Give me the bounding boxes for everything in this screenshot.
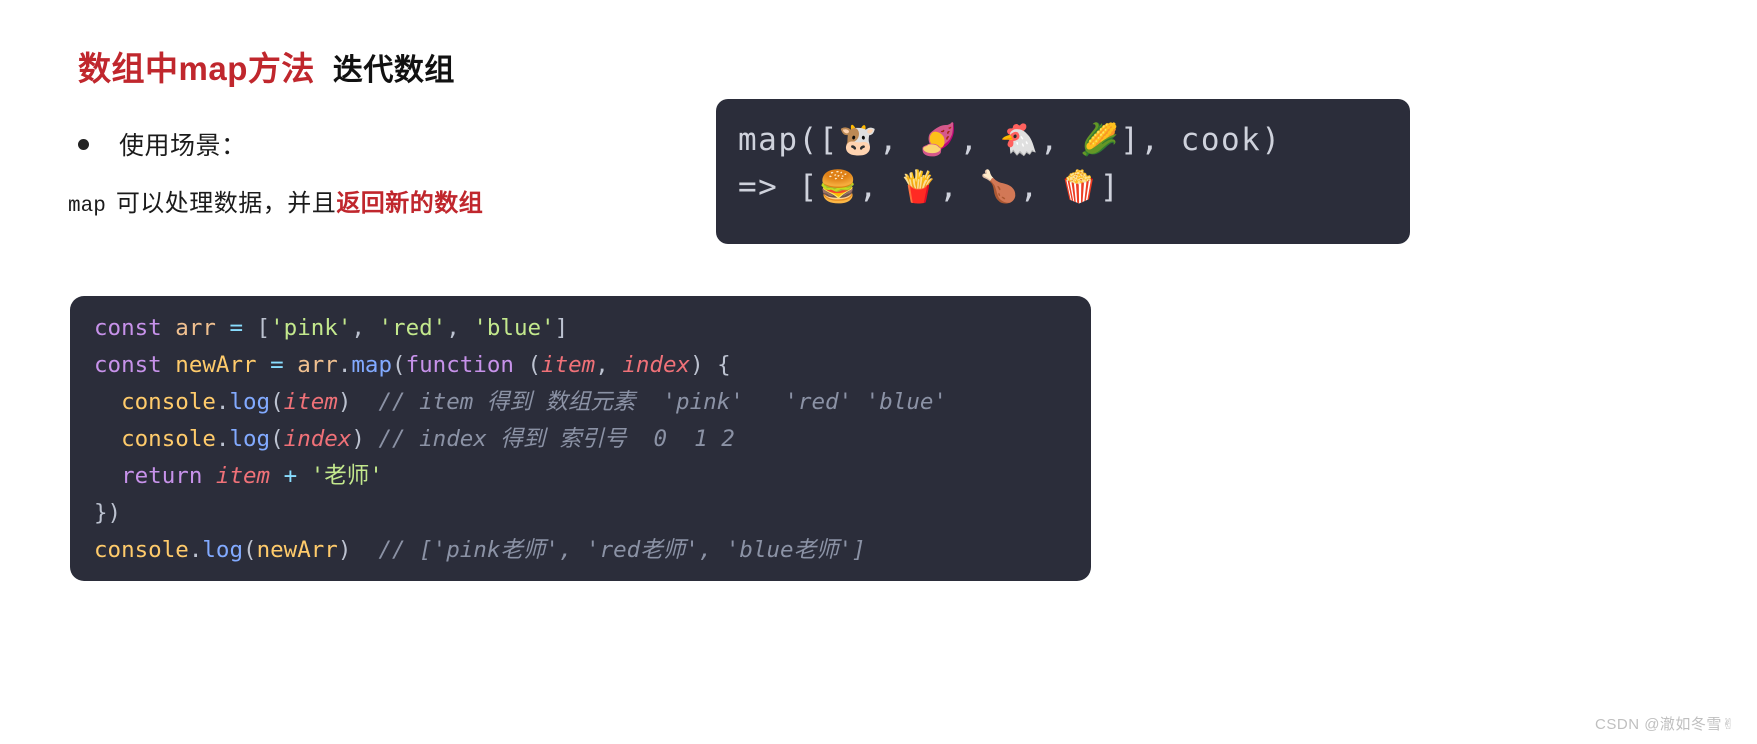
- code-line: const newArr = arr.map(function (item, i…: [94, 347, 1091, 384]
- code-token: .: [188, 537, 203, 563]
- code-token: (: [270, 426, 284, 452]
- code-token: index: [622, 352, 691, 378]
- code-token: +: [283, 463, 298, 489]
- description-inline-code: map: [68, 195, 106, 218]
- bullet-item-label: 使用场景：: [119, 132, 247, 160]
- code-line: const arr = ['pink', 'red', 'blue']: [94, 310, 1091, 347]
- emoji-map-line-2-text: => [🍔, 🍟, 🍗, 🍿]: [738, 169, 1121, 205]
- code-token: item: [541, 352, 596, 378]
- code-token: .: [215, 389, 230, 415]
- code-token: 'blue': [473, 315, 555, 341]
- code-line: console.log(item) // item 得到 数组元素 'pink'…: [94, 384, 1091, 421]
- code-token: }): [94, 500, 122, 526]
- code-token: log: [229, 389, 271, 415]
- code-token: ]: [554, 315, 569, 341]
- code-token: ): [337, 537, 352, 563]
- code-token: const: [94, 315, 162, 341]
- code-token: arr: [175, 315, 216, 341]
- code-token: '老师': [310, 463, 383, 489]
- code-line: console.log(newArr) // ['pink老师', 'red老师…: [94, 532, 1091, 569]
- code-token: console: [94, 537, 189, 563]
- code-token: console: [121, 426, 216, 452]
- code-token: function: [405, 352, 514, 378]
- code-token: const: [94, 352, 162, 378]
- watermark-text: CSDN @澈如冬雪✌: [1595, 716, 1735, 733]
- code-token: ): [351, 426, 365, 452]
- code-line: console.log(index) // index 得到 索引号 0 1 2: [94, 421, 1091, 458]
- description-plain-text: 可以处理数据，并且: [115, 190, 337, 217]
- code-line: return item + '老师': [94, 458, 1091, 495]
- code-token: =: [229, 315, 244, 341]
- code-token: index: [283, 426, 352, 452]
- code-token: log: [202, 537, 244, 563]
- code-panel-reflection: const arr = ['pink', 'red', 'blue']const…: [70, 583, 1091, 645]
- emoji-map-line-1-text: map([🐮, 🍠, 🐔, 🌽], cook): [738, 122, 1282, 158]
- code-token: 'pink': [270, 315, 352, 341]
- emoji-panel-reflection: map([🐮, 🍠, 🐔, 🌽], cook) => [🍔, 🍟, 🍗, 🍿]: [716, 246, 1410, 286]
- code-token: map: [351, 352, 393, 378]
- code-token: // ['pink老师', 'red老师', 'blue老师']: [351, 537, 866, 563]
- description-emphasis-text: 返回新的数组: [336, 190, 484, 217]
- code-token: ,: [595, 352, 623, 378]
- code-token: [: [243, 315, 271, 341]
- code-token: item: [283, 389, 338, 415]
- page-title-rest: 迭代数组: [332, 54, 455, 87]
- code-token: =: [270, 352, 284, 378]
- bullet-dot-icon: [78, 138, 89, 150]
- code-token: (: [270, 389, 284, 415]
- code-token: item: [215, 463, 271, 489]
- code-block-panel: const arr = ['pink', 'red', 'blue'] const…: [70, 296, 1091, 581]
- page-title-highlight: 数组中map方法: [78, 50, 315, 87]
- code-token: // item 得到 数组元素 'pink' 'red' 'blue': [351, 389, 947, 415]
- code-line: }): [94, 495, 1091, 532]
- emoji-map-illustration-panel: map([🐮, 🍠, 🐔, 🌽], cook) => [🍔, 🍟, 🍗, 🍿]: [716, 99, 1410, 244]
- bullet-item-usage: 使用场景：: [78, 126, 247, 162]
- code-token: (: [243, 537, 257, 563]
- code-token: .: [215, 426, 230, 452]
- emoji-map-line-1: map([🐮, 🍠, 🐔, 🌽], cook): [738, 117, 1388, 164]
- code-token: ,: [351, 315, 379, 341]
- code-token: return: [121, 463, 203, 489]
- code-token: newArr: [256, 537, 338, 563]
- code-token: ,: [446, 315, 474, 341]
- emoji-map-line-2: => [🍔, 🍟, 🍗, 🍿]: [738, 164, 1388, 211]
- page-title: 数组中map方法 迭代数组: [78, 42, 455, 90]
- description-paragraph: map 可以处理数据，并且 返回新的数组: [68, 183, 483, 218]
- code-token: // index 得到 索引号 0 1 2: [364, 426, 735, 452]
- slide-canvas: 数组中map方法 迭代数组 使用场景： map 可以处理数据，并且 返回新的数组…: [0, 0, 1757, 744]
- code-token: ) {: [690, 352, 731, 378]
- code-token: (: [513, 352, 542, 378]
- code-token: log: [229, 426, 271, 452]
- code-token: console: [121, 389, 216, 415]
- code-token: arr: [297, 352, 338, 378]
- code-token: .: [337, 352, 352, 378]
- code-token: ): [337, 389, 352, 415]
- code-token: (: [392, 352, 406, 378]
- code-token: 'red': [378, 315, 447, 341]
- code-token: newArr: [175, 352, 257, 378]
